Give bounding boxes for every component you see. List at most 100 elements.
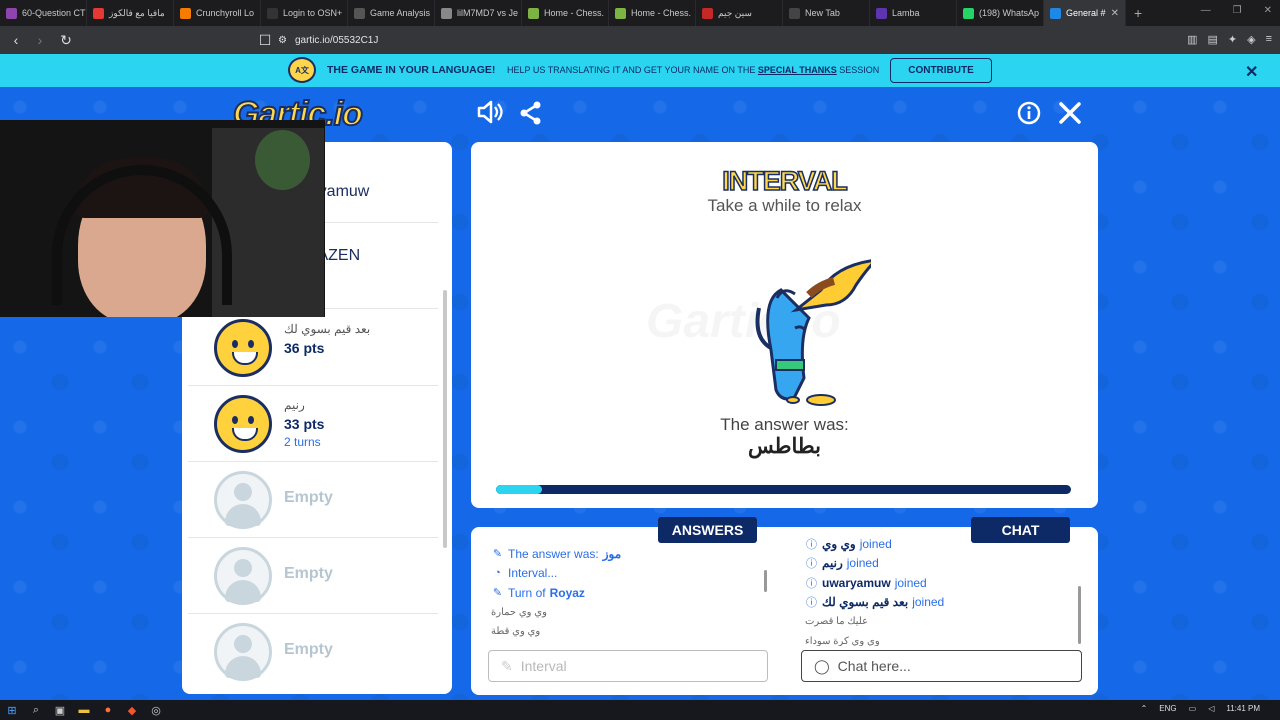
chat-text: joined bbox=[912, 595, 945, 610]
browser-tab[interactable]: (198) WhatsAp bbox=[957, 0, 1044, 26]
chat-input[interactable]: ◯ Chat here... bbox=[801, 650, 1082, 682]
chat-username[interactable]: بعد قيم بسوي لك bbox=[822, 595, 908, 609]
restore-icon[interactable]: ❐ bbox=[1233, 5, 1242, 16]
network-icon[interactable]: ▭ bbox=[1189, 704, 1197, 713]
special-thanks-link[interactable]: SPECIAL THANKS bbox=[758, 65, 837, 75]
answer-input[interactable]: ✎ Interval bbox=[488, 650, 768, 682]
browser-tab[interactable]: General # ✕ bbox=[1044, 0, 1126, 26]
players-scrollbar[interactable] bbox=[443, 290, 447, 548]
answers-list: ✎ The answer was: موز ◔ Interval... ✎ Turn of R… bbox=[491, 544, 761, 646]
windows-start-icon[interactable]: ⊞ bbox=[0, 704, 24, 717]
message-text: Turn of bbox=[508, 585, 546, 600]
chat-username[interactable]: وي وي bbox=[822, 537, 856, 551]
chat-username[interactable]: رنيم bbox=[822, 556, 843, 570]
banner-close-icon[interactable]: ✕ bbox=[1245, 62, 1258, 82]
extensions-icon[interactable]: ✦ bbox=[1228, 33, 1237, 46]
chat-scrollbar[interactable] bbox=[1078, 586, 1081, 644]
vpn-icon[interactable]: ◈ bbox=[1247, 33, 1255, 46]
answer-message: ✎ The answer was: موز bbox=[491, 544, 761, 564]
file-explorer-icon[interactable]: ▬ bbox=[72, 704, 96, 716]
answer-label: The answer was: bbox=[720, 415, 849, 434]
browser-tab[interactable]: Home - Chess. bbox=[609, 0, 696, 26]
translate-icon: A文 bbox=[288, 57, 316, 83]
sound-icon[interactable] bbox=[477, 100, 503, 130]
task-view-icon[interactable]: ▣ bbox=[48, 704, 72, 717]
empty-slot: Empty bbox=[188, 462, 438, 538]
tab-label: Crunchyroll Lo bbox=[196, 8, 255, 18]
forward-icon[interactable]: › bbox=[30, 32, 50, 48]
site-settings-icon[interactable]: ⚙ bbox=[278, 35, 287, 46]
chat-list: ⓘ وي وي joined ⓘ رنيم joined ⓘ uwaryamuw joined ⓘ… bbox=[805, 534, 1075, 646]
url-text: gartic.io/05532C1J bbox=[294, 34, 379, 46]
empty-slot: Empty bbox=[188, 538, 438, 614]
sidebar-icon[interactable]: ▥ bbox=[1187, 33, 1197, 46]
tab-label: Lamba bbox=[892, 8, 920, 18]
pencil-icon: ✎ bbox=[501, 657, 513, 674]
player-name: بعد قيم بسوي لك bbox=[284, 322, 371, 336]
answer-message: ✎ Turn of Royaz bbox=[491, 583, 761, 603]
tab-favicon-icon bbox=[1050, 7, 1061, 19]
close-window-icon[interactable]: ✕ bbox=[1264, 5, 1272, 16]
pencil-icon: ✎ bbox=[492, 548, 503, 561]
back-icon[interactable]: ‹ bbox=[6, 32, 26, 48]
player-turns: 2 turns bbox=[284, 435, 321, 449]
canvas-panel: Gartic.io INTERVAL Take a while to relax… bbox=[471, 142, 1098, 508]
chat-text: joined bbox=[859, 536, 892, 551]
tab-favicon-icon bbox=[93, 7, 104, 19]
chat-username[interactable]: uwaryamuw bbox=[822, 576, 891, 590]
chevron-up-icon[interactable]: ⌃ bbox=[1141, 704, 1148, 713]
message-text: وي وي حمارة bbox=[491, 606, 547, 618]
wallet-icon[interactable]: ▤ bbox=[1207, 33, 1217, 46]
tab-label: 60-Question CT bbox=[22, 8, 86, 18]
answers-scrollbar[interactable] bbox=[764, 570, 767, 592]
browser-tab[interactable]: سين جيم bbox=[696, 0, 783, 26]
browser-tab[interactable]: Game Analysis bbox=[348, 0, 435, 26]
menu-icon[interactable]: ≡ bbox=[1266, 33, 1272, 46]
answer-placeholder: Interval bbox=[520, 658, 567, 674]
language-indicator[interactable]: ENG bbox=[1159, 704, 1176, 713]
search-icon[interactable]: ⌕ bbox=[24, 704, 48, 717]
bookmark-icon[interactable]: ☐ bbox=[255, 32, 275, 49]
browser-tab[interactable]: Login to OSN+ bbox=[261, 0, 348, 26]
player-points: 36 pts bbox=[284, 340, 325, 356]
answer-message: AYMAZEN hit! bbox=[491, 642, 761, 647]
empty-avatar-icon bbox=[214, 547, 272, 605]
browser-tab[interactable]: New Tab bbox=[783, 0, 870, 26]
browser-tab[interactable]: 60-Question CT bbox=[0, 0, 87, 26]
info-icon[interactable] bbox=[1017, 101, 1041, 131]
tab-favicon-icon bbox=[528, 7, 539, 19]
browser-tab[interactable]: Crunchyroll Lo bbox=[174, 0, 261, 26]
player-name: رنيم bbox=[284, 398, 305, 412]
browser-tab[interactable]: مافيا مع فالكوز bbox=[87, 0, 174, 26]
chat-message: ⓘ وي وي joined bbox=[805, 534, 1075, 554]
empty-slot: Empty bbox=[188, 614, 438, 690]
browser-tab[interactable]: Home - Chess. bbox=[522, 0, 609, 26]
volume-icon[interactable]: ◁ bbox=[1208, 704, 1214, 713]
firefox-icon[interactable]: ● bbox=[96, 704, 120, 716]
contribute-button[interactable]: CONTRIBUTE bbox=[890, 58, 992, 83]
browser-tab[interactable]: lilM7MD7 vs Je bbox=[435, 0, 522, 26]
empty-label: Empty bbox=[284, 641, 333, 658]
minimize-icon[interactable]: — bbox=[1201, 5, 1211, 16]
exit-icon[interactable] bbox=[1058, 101, 1082, 131]
mascot-brush-icon bbox=[755, 259, 871, 406]
obs-icon[interactable]: ◎ bbox=[144, 704, 168, 717]
clock[interactable]: 11:41 PM bbox=[1226, 704, 1260, 713]
player-row[interactable]: بعد قيم بسوي لك 36 pts bbox=[188, 310, 438, 386]
brave-icon[interactable]: ◆ bbox=[120, 704, 144, 717]
webcam-overlay bbox=[0, 120, 325, 317]
url-field[interactable]: ⚙ gartic.io/05532C1J bbox=[278, 31, 1008, 49]
tab-close-icon[interactable]: ✕ bbox=[1111, 8, 1119, 19]
answer-message: وي وي قطة bbox=[491, 622, 761, 642]
answer-message: ◔ Interval... bbox=[491, 564, 761, 584]
message-text: The answer was: bbox=[508, 546, 599, 561]
browser-tab[interactable]: Lamba bbox=[870, 0, 957, 26]
tab-favicon-icon bbox=[963, 7, 974, 19]
tab-favicon-icon bbox=[615, 7, 626, 19]
share-icon[interactable] bbox=[519, 101, 543, 131]
reload-icon[interactable]: ↻ bbox=[56, 32, 76, 49]
answers-tab[interactable]: ANSWERS bbox=[658, 517, 757, 543]
new-tab-icon[interactable]: + bbox=[1126, 5, 1150, 21]
info-icon: ⓘ bbox=[806, 538, 817, 551]
player-row[interactable]: رنيم 33 pts 2 turns bbox=[188, 386, 438, 462]
